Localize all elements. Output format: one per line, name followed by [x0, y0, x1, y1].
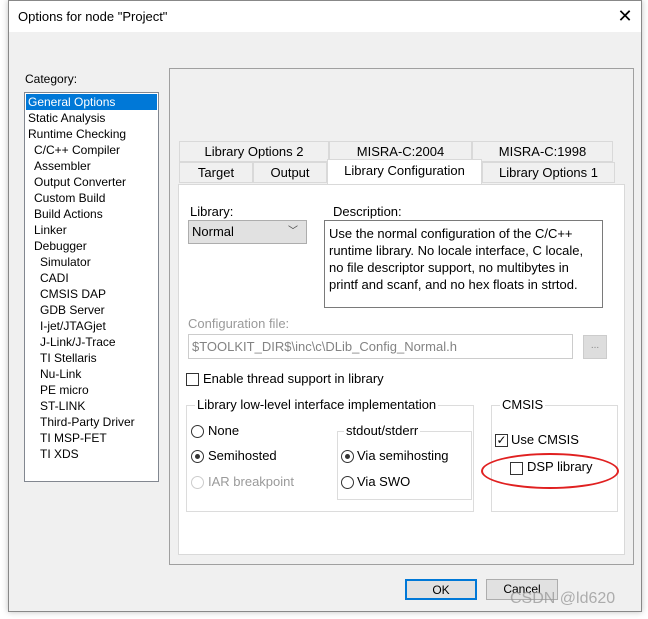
tab-library-options-2[interactable]: Library Options 2	[179, 141, 329, 162]
highlight-ellipse	[481, 453, 619, 489]
category-item[interactable]: Simulator	[26, 254, 157, 270]
category-item[interactable]: Debugger	[26, 238, 157, 254]
category-list[interactable]: General Options Static Analysis Runtime Ch…	[24, 92, 159, 482]
stdout-group: stdout/stderr Via semihosting Via SWO	[337, 423, 472, 500]
tab-library-configuration[interactable]: Library Configuration	[327, 159, 482, 184]
category-item[interactable]: Linker	[26, 222, 157, 238]
ok-button[interactable]: OK	[405, 579, 477, 600]
category-item[interactable]: Nu-Link	[26, 366, 157, 382]
use-cmsis-checkbox[interactable]: ✓	[495, 434, 508, 447]
category-item[interactable]: GDB Server	[26, 302, 157, 318]
tab-misra-1998[interactable]: MISRA-C:1998	[472, 141, 613, 162]
category-item[interactable]: Custom Build	[26, 190, 157, 206]
options-dialog: Options for node "Project" ✕ Category: G…	[8, 0, 642, 612]
category-item[interactable]: Third-Party Driver	[26, 414, 157, 430]
category-item[interactable]: CMSIS DAP	[26, 286, 157, 302]
config-file-label: Configuration file:	[188, 316, 290, 331]
category-item[interactable]: Static Analysis	[26, 110, 157, 126]
iar-breakpoint-label: IAR breakpoint	[208, 474, 294, 489]
library-label: Library:	[190, 204, 234, 219]
category-item[interactable]: J-Link/J-Trace	[26, 334, 157, 350]
tab-library-options-1[interactable]: Library Options 1	[482, 162, 615, 183]
category-item[interactable]: ST-LINK	[26, 398, 157, 414]
library-select[interactable]: Normal ﹀	[188, 220, 307, 244]
via-semihosting-label: Via semihosting	[357, 448, 449, 463]
library-value: Normal	[192, 224, 234, 239]
description-box: Use the normal configuration of the C/C+…	[324, 220, 603, 308]
chevron-down-icon: ﹀	[288, 226, 298, 237]
category-item[interactable]: I-jet/JTAGjet	[26, 318, 157, 334]
lowlevel-group: Library low-level interface implementati…	[186, 397, 474, 512]
stdout-group-title: stdout/stderr	[344, 423, 421, 438]
category-item[interactable]: PE micro	[26, 382, 157, 398]
browse-button: ...	[583, 335, 607, 359]
semihosted-label: Semihosted	[208, 448, 277, 463]
category-item[interactable]: Assembler	[26, 158, 157, 174]
category-item[interactable]: C/C++ Compiler	[26, 142, 157, 158]
thread-support-checkbox[interactable]	[186, 373, 199, 386]
config-file-field: $TOOLKIT_DIR$\inc\c\DLib_Config_Normal.h	[188, 334, 573, 359]
category-item[interactable]: Build Actions	[26, 206, 157, 222]
tab-output[interactable]: Output	[253, 162, 327, 183]
category-item[interactable]: CADI	[26, 270, 157, 286]
close-icon[interactable]: ✕	[613, 5, 637, 27]
via-swo-label: Via SWO	[357, 474, 411, 489]
lowlevel-group-title: Library low-level interface implementati…	[195, 397, 439, 412]
category-item[interactable]: TI XDS	[26, 446, 157, 462]
watermark: CSDN @ld620	[510, 590, 616, 607]
description-label: Description:	[333, 204, 402, 219]
category-item[interactable]: General Options	[26, 94, 157, 110]
use-cmsis-label: Use CMSIS	[511, 432, 579, 447]
none-label: None	[208, 423, 240, 438]
category-item[interactable]: TI Stellaris	[26, 350, 157, 366]
dialog-title: Options for node "Project"	[18, 9, 168, 24]
cmsis-group-title: CMSIS	[500, 397, 546, 412]
thread-support-label: Enable thread support in library	[203, 371, 384, 386]
category-label: Category:	[25, 72, 78, 86]
category-item[interactable]: TI MSP-FET	[26, 430, 157, 446]
tab-target[interactable]: Target	[179, 162, 253, 183]
category-item[interactable]: Output Converter	[26, 174, 157, 190]
semihosted-radio[interactable]	[191, 450, 204, 463]
none-radio[interactable]	[191, 425, 204, 438]
library-configuration-pane: Library: Normal ﹀ Description: Use the no…	[178, 184, 625, 555]
title-bar: Options for node "Project" ✕	[9, 1, 641, 32]
iar-breakpoint-radio	[191, 476, 204, 489]
via-semihosting-radio[interactable]	[341, 450, 354, 463]
category-item[interactable]: Runtime Checking	[26, 126, 157, 142]
via-swo-radio[interactable]	[341, 476, 354, 489]
